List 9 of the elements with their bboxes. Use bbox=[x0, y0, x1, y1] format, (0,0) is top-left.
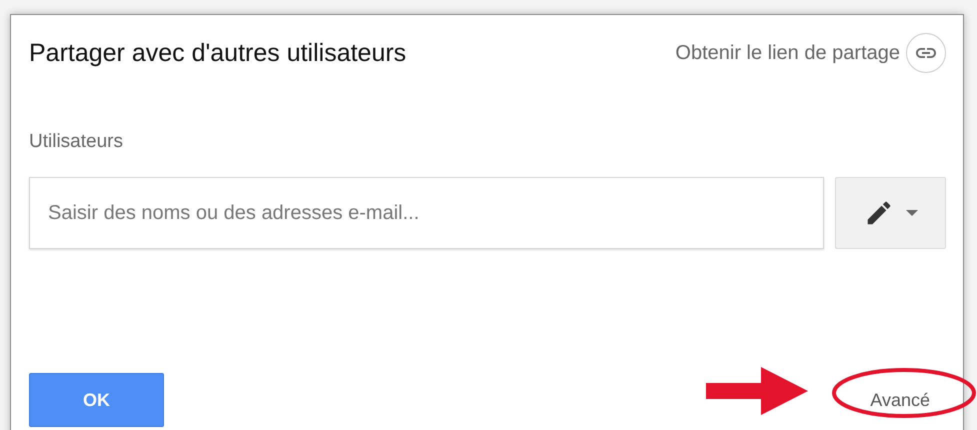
users-input-field[interactable]: Saisir des noms ou des adresses e-mail... bbox=[29, 177, 824, 249]
users-label: Utilisateurs bbox=[29, 131, 124, 153]
get-link-label[interactable]: Obtenir le lien de partage bbox=[675, 42, 900, 64]
permission-dropdown-button[interactable] bbox=[835, 177, 946, 249]
get-link-button[interactable] bbox=[906, 33, 946, 73]
caret-icon bbox=[906, 210, 918, 216]
ok-button[interactable]: OK bbox=[29, 373, 164, 427]
dialog-title: Partager avec d'autres utilisateurs bbox=[29, 38, 406, 68]
advanced-link[interactable]: Avancé bbox=[870, 390, 930, 410]
